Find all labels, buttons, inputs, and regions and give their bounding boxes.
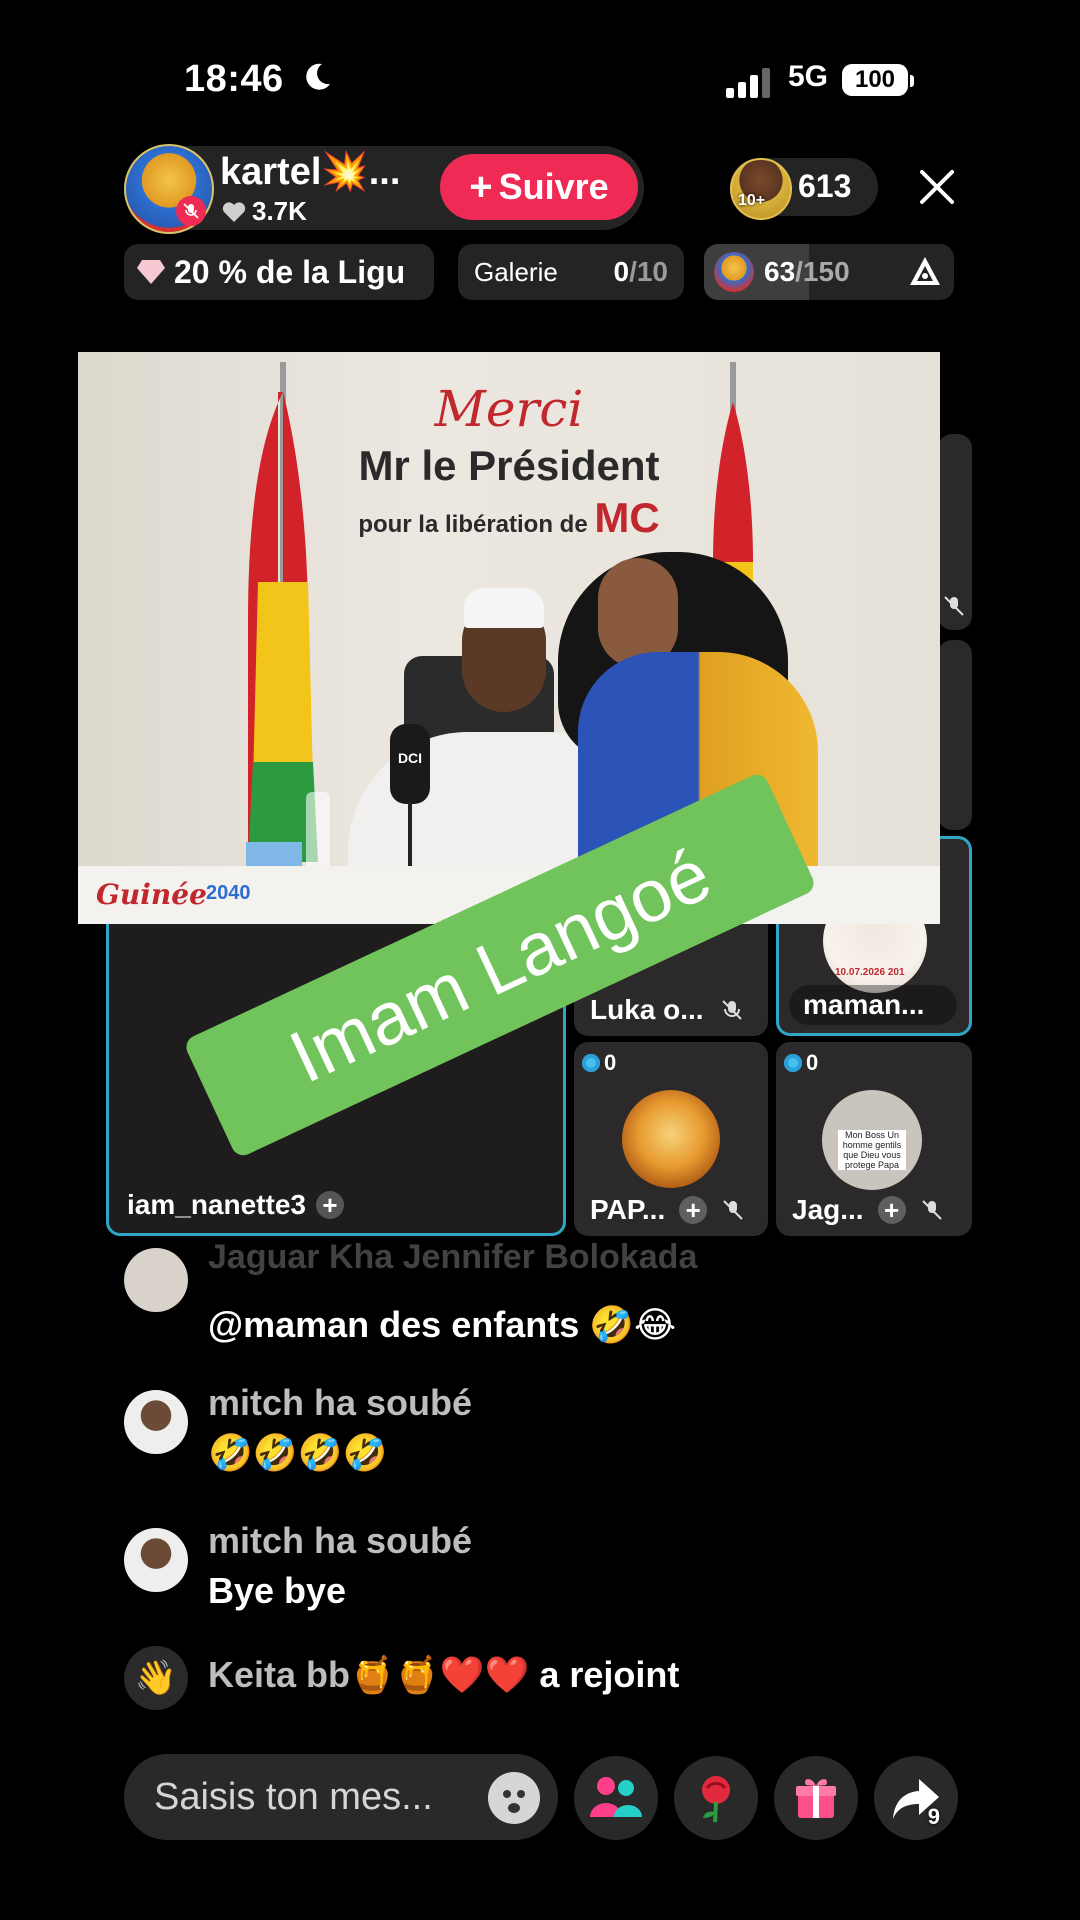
mic-muted-icon (721, 1000, 742, 1020)
add-guest-button[interactable]: + (679, 1195, 708, 1225)
gallery-count: 0/10 (613, 256, 668, 288)
coin-counter: 0 (784, 1050, 818, 1076)
join-text: Keita bb🍯🍯❤️❤️ a rejoint (208, 1654, 679, 1696)
follow-button[interactable]: + Suivre (440, 154, 638, 220)
battery-icon: 100 (842, 64, 908, 96)
message-placeholder: Saisis ton mes... (154, 1775, 433, 1818)
comment-item: mitch ha soubé Bye bye (124, 1520, 964, 1620)
goal-count: 63/150 (764, 256, 850, 288)
diamond-icon (137, 260, 165, 284)
goal-trophy-icon (910, 257, 940, 285)
guest-name-maman: maman... (803, 989, 925, 1020)
host-likes-count: 3.7K (252, 196, 307, 226)
coin-icon (784, 1054, 802, 1072)
pinned-image[interactable]: Merci Mr le Président pour la libération… (78, 352, 940, 924)
guest-tile-top-right[interactable] (938, 434, 972, 630)
coin-counter: 0 (582, 1050, 616, 1076)
goal-progress[interactable]: 63/150 (704, 244, 954, 300)
battery-tip (910, 75, 914, 87)
jag-card-text: Mon Boss Un homme gentils que Dieu vous … (838, 1130, 906, 1170)
rose-icon (702, 1776, 730, 1823)
wave-icon: 👋 (124, 1646, 188, 1710)
gift-icon (796, 1779, 836, 1818)
join-action: a rejoint (539, 1654, 680, 1695)
poster-brand: Guinée (96, 878, 207, 911)
host-name[interactable]: kartel💥... (220, 150, 400, 194)
host-mic-muted-icon (176, 196, 206, 226)
comment-username[interactable]: mitch ha soubé (208, 1520, 472, 1562)
guest-tile-mid-right[interactable] (938, 640, 972, 830)
mic-label: DCI (397, 750, 423, 766)
emoji-icon[interactable] (488, 1772, 540, 1824)
comment-item: Jaguar Kha Jennifer Bolokada @maman des … (124, 1238, 964, 1345)
gallery-counter[interactable]: Galerie 0/10 (458, 244, 684, 300)
mic-muted-icon (723, 1200, 743, 1220)
close-icon[interactable] (914, 164, 960, 210)
gallery-current: 0 (613, 256, 630, 287)
poster-subtitle-text: pour la libération de (358, 511, 588, 538)
moon-icon (306, 63, 330, 90)
league-label: 20 % de la Ligu (174, 253, 406, 290)
add-guest-button[interactable]: + (315, 1190, 344, 1220)
guest-name-luka: Luka o... (590, 994, 704, 1025)
maman-card-date: 10.07.2026 201 (835, 967, 905, 978)
goal-avatar (714, 252, 754, 292)
comment-feed[interactable]: Jaguar Kha Jennifer Bolokada @maman des … (124, 1238, 964, 1710)
join-message: 👋 Keita bb🍯🍯❤️❤️ a rejoint (124, 1642, 964, 1712)
viewer-count[interactable]: 613 (798, 168, 851, 205)
battery-level: 100 (854, 66, 896, 93)
poster-subtitle-emphasis: MC (594, 494, 660, 541)
coin-icon (582, 1054, 600, 1072)
comment-avatar[interactable] (124, 1248, 188, 1312)
guest-tile-pap[interactable]: 0 PAP... + (574, 1042, 768, 1236)
comment-avatar[interactable] (124, 1528, 188, 1592)
league-badge[interactable]: 20 % de la Ligu (124, 244, 434, 300)
guest-tile-jag[interactable]: 0 Mon Boss Un homme gentils que Dieu vou… (776, 1042, 972, 1236)
comment-item: mitch ha soubé 🤣🤣🤣🤣 (124, 1382, 964, 1492)
plus-icon: + (469, 165, 493, 209)
man-cap (464, 588, 544, 628)
network-type: 5G (788, 60, 829, 93)
pap-avatar (622, 1090, 720, 1188)
comment-username[interactable]: mitch ha soubé (208, 1382, 472, 1424)
jag-avatar: Mon Boss Un homme gentils que Dieu vous … (822, 1090, 922, 1190)
coin-count-pap: 0 (604, 1050, 617, 1075)
guests-button[interactable] (574, 1756, 658, 1840)
join-username[interactable]: Keita bb🍯🍯❤️❤️ (208, 1654, 529, 1696)
poster-merci: Merci (434, 380, 584, 438)
guest-name-pap: PAP... (590, 1194, 666, 1225)
follow-label: Suivre (498, 166, 609, 207)
host-likes: 3.7K (222, 196, 307, 227)
gift-button[interactable] (774, 1756, 858, 1840)
share-button[interactable]: 9 (874, 1756, 958, 1840)
status-time: 18:46 (184, 58, 284, 100)
add-guest-button[interactable]: + (877, 1195, 906, 1225)
share-count: 9 (927, 1804, 940, 1829)
poster-subtitle: pour la libération de MC (78, 494, 940, 542)
heart-icon (222, 201, 246, 222)
mic-muted-icon (921, 1200, 942, 1220)
rose-gift-button[interactable] (674, 1756, 758, 1840)
guest-name-jag: Jag... (792, 1194, 864, 1225)
comment-text: @maman des enfants 🤣😂 (208, 1304, 677, 1345)
comment-avatar[interactable] (124, 1390, 188, 1454)
people-icon (590, 1777, 642, 1817)
comment-username[interactable]: Jaguar Kha Jennifer Bolokada (208, 1238, 697, 1277)
gallery-total: /10 (629, 256, 668, 287)
comment-text: 🤣🤣🤣🤣 (208, 1432, 388, 1473)
signal-icon (726, 68, 770, 98)
poster-title: Mr le Président (358, 442, 660, 489)
mic-muted-icon (944, 596, 964, 616)
gallery-label-text: Galerie (474, 256, 558, 287)
goal-current: 63 (764, 256, 796, 287)
comment-text: Bye bye (208, 1570, 347, 1611)
coin-count-jag: 0 (806, 1050, 819, 1075)
top-viewer-avatar[interactable] (730, 158, 792, 220)
goal-total: /150 (795, 256, 850, 287)
top-viewer-rank: 10+ (738, 192, 766, 209)
poster-brand-year: 2040 (206, 882, 251, 904)
guest-name-main: iam_nanette3 (127, 1189, 306, 1220)
